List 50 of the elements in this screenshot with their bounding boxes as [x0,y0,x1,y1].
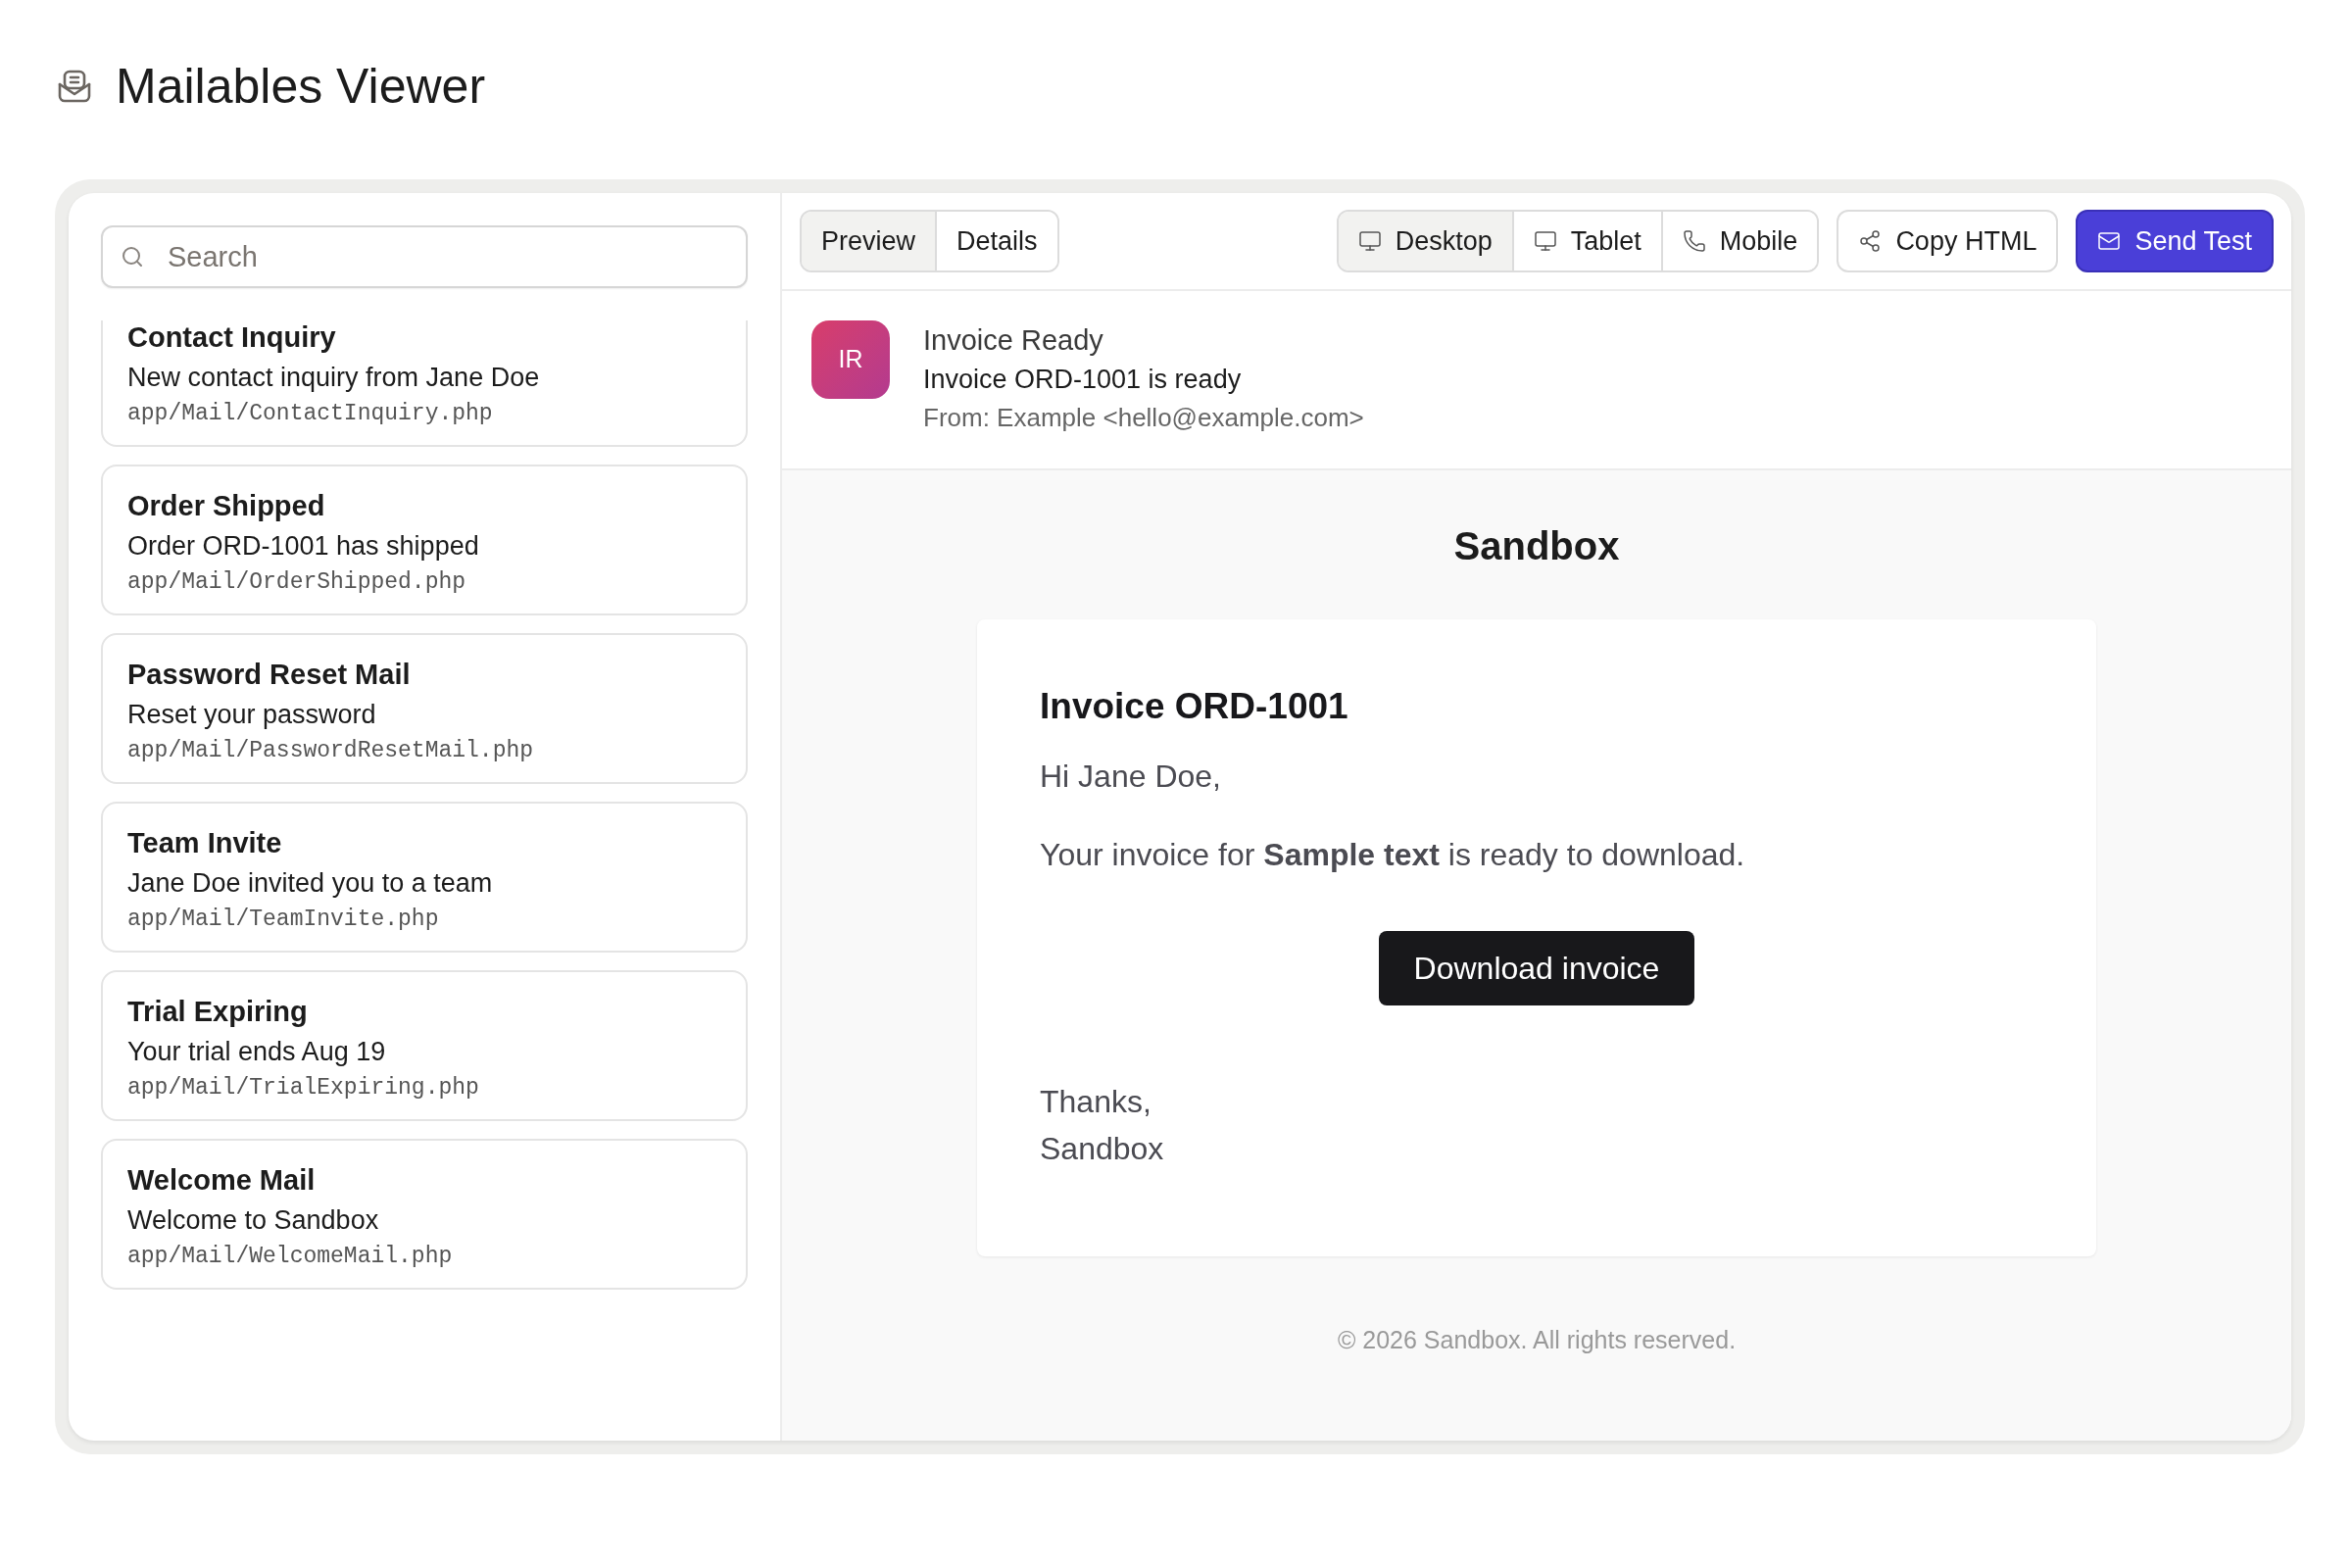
mailable-name: Trial Expiring [127,995,309,1029]
share-icon [1858,229,1883,253]
mailable-path: app/Mail/WelcomeMail.php [127,1243,454,1271]
mailable-subject: Reset your password [127,699,377,731]
search-icon [121,245,144,269]
phone-icon [1682,229,1706,253]
mailable-subject: Welcome to Sandbox [127,1204,380,1237]
mailable-path: app/Mail/OrderShipped.php [127,568,467,597]
page-title: Mailables Viewer [116,62,486,111]
mailable-path: app/Mail/TrialExpiring.php [127,1074,480,1102]
mailable-path: app/Mail/PasswordResetMail.php [127,737,535,765]
viewport-button[interactable]: Desktop [1338,212,1512,270]
mail-name: Invoice Ready [923,323,1104,358]
view-tab[interactable]: Details [935,212,1057,270]
mail-subject: Invoice ORD-1001 is ready [923,364,1243,396]
email-paragraph: Your invoice for Sample text is ready to download. [1040,836,1746,874]
email-greeting: Hi Jane Doe, [1040,758,1222,796]
mailable-path: app/Mail/TeamInvite.php [127,906,440,934]
email-brand: Sandbox [1453,523,1620,569]
mailable-card[interactable]: Team Invite Jane Doe invited you to a team app/Mail/TeamInvite.php [101,802,748,953]
mailable-subject: Your trial ends Aug 19 [127,1036,387,1068]
mailable-card[interactable]: Trial Expiring Your trial ends Aug 19 app/Mail/TrialExpiring.php [101,970,748,1121]
monitor-icon [1533,229,1557,253]
mailable-card[interactable]: Order Shipped Order ORD-1001 has shipped app/Mail/OrderShipped.php [101,465,748,615]
search-field[interactable]: Search [101,225,748,288]
mailable-name: Team Invite [127,826,283,860]
mail-icon [2097,229,2122,253]
mailable-name: Welcome Mail [127,1163,317,1198]
monitor-icon [1357,229,1382,253]
mailable-subject: Order ORD-1001 has shipped [127,530,480,563]
download-invoice-button[interactable]: Download invoice [1378,931,1695,1005]
viewport-button[interactable]: Mobile [1660,212,1818,270]
email-closing: Sandbox [1040,1130,1165,1168]
email-closing: Thanks, [1040,1083,1152,1121]
email-footer: © 2026 Sandbox. All rights reserved. [1337,1323,1737,1356]
send-test-button[interactable]: Send Test [2076,210,2274,272]
view-tab[interactable]: Preview [802,212,936,270]
avatar: IR [811,320,890,399]
mailable-name: Contact Inquiry [127,320,337,355]
mail-sender: From: Example <hello@example.com> [923,402,1364,434]
mailable-card[interactable]: Welcome Mail Welcome to Sandbox app/Mail/WelcomeMail.php [101,1139,748,1290]
mailable-name: Password Reset Mail [127,658,412,692]
mailable-subject: New contact inquiry from Jane Doe [127,362,541,394]
mailable-name: Order Shipped [127,489,326,523]
mailable-card[interactable]: Password Reset Mail Reset your password app/Mail/PasswordResetMail.php [101,633,748,784]
mailable-card[interactable]: Contact Inquiry New contact inquiry from Jane Doe app/Mail/ContactInquiry.php [101,320,748,447]
copy-html-button[interactable]: Copy HTML [1837,210,2059,272]
mailable-path: app/Mail/ContactInquiry.php [127,400,494,428]
mailable-subject: Jane Doe invited you to a team [127,867,494,900]
email-heading: Invoice ORD-1001 [1040,685,1349,728]
